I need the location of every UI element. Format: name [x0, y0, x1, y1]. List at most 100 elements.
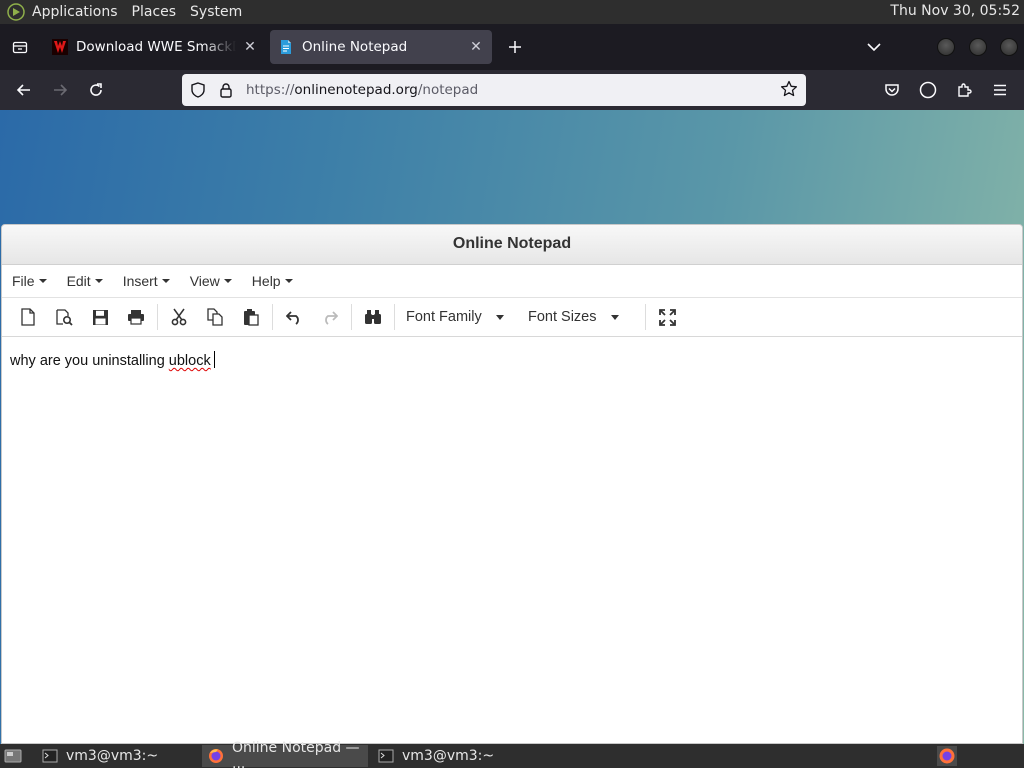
- app-menu-button[interactable]: [984, 74, 1016, 106]
- system-logo-icon[interactable]: [6, 2, 26, 22]
- font-sizes-select[interactable]: Font Sizes: [520, 302, 642, 332]
- font-family-select[interactable]: Font Family: [398, 302, 520, 332]
- firefox-icon: [208, 748, 224, 764]
- menu-label: File: [12, 273, 35, 289]
- menu-label: Edit: [66, 273, 91, 289]
- plus-icon: [509, 41, 521, 53]
- tab-label: Online Notepad: [302, 39, 408, 55]
- taskbar-item-terminal-2[interactable]: vm3@vm3:~: [372, 745, 536, 767]
- taskbar-item-terminal-1[interactable]: vm3@vm3:~: [36, 745, 200, 767]
- notepad-toolbar: Font Family Font Sizes: [2, 298, 1022, 337]
- undo-icon: [286, 311, 299, 325]
- page-background: Online Notepad File Edit Insert View Hel…: [0, 110, 1024, 744]
- bookmark-star-icon[interactable]: [780, 80, 798, 102]
- toolbar-divider: [157, 304, 158, 330]
- caret-down-icon: [161, 279, 170, 283]
- taskbar-item-online-notepad[interactable]: Online Notepad — ...: [202, 740, 368, 768]
- reload-button[interactable]: [80, 74, 112, 106]
- list-all-tabs-button[interactable]: [862, 24, 886, 70]
- print-button[interactable]: [118, 302, 154, 332]
- puzzle-icon: [958, 83, 972, 97]
- maximize-window-button[interactable]: [969, 38, 987, 56]
- editor-text: why are you uninstalling: [10, 353, 169, 369]
- scissors-icon: [171, 308, 187, 326]
- menu-label: Help: [251, 273, 281, 289]
- taskbar-label: vm3@vm3:~: [66, 748, 159, 764]
- system-menu[interactable]: System: [190, 4, 242, 20]
- fullscreen-button[interactable]: [649, 302, 685, 332]
- tray-firefox-icon[interactable]: [937, 746, 957, 766]
- lock-icon[interactable]: [212, 82, 240, 98]
- notepad-text-area[interactable]: why are you uninstalling ublock: [2, 337, 1022, 383]
- toolbar-divider: [645, 304, 646, 330]
- redo-button[interactable]: [312, 302, 348, 332]
- notepad-menubar: File Edit Insert View Help: [2, 265, 1022, 298]
- taskbar-label: vm3@vm3:~: [402, 748, 495, 764]
- toolbar-divider: [394, 304, 395, 330]
- taskbar-label: Online Notepad — ...: [232, 740, 360, 768]
- fullscreen-icon: [658, 308, 676, 326]
- menu-help[interactable]: Help: [252, 273, 293, 289]
- open-search-icon: [56, 309, 73, 326]
- caret-down-icon: [610, 314, 619, 320]
- pocket-button[interactable]: [876, 74, 908, 106]
- font-family-label: Font Family: [406, 309, 482, 325]
- clipboard-icon: [244, 309, 259, 326]
- new-document-button[interactable]: [10, 302, 46, 332]
- undo-button[interactable]: [276, 302, 312, 332]
- terminal-icon: [42, 748, 58, 764]
- toolbar-divider: [351, 304, 352, 330]
- cut-button[interactable]: [161, 302, 197, 332]
- show-desktop-icon[interactable]: [2, 746, 24, 766]
- reload-icon: [90, 83, 102, 96]
- url-host: onlinenotepad.org: [294, 82, 418, 98]
- clock[interactable]: Thu Nov 30, 05:52: [890, 3, 1020, 19]
- menu-insert[interactable]: Insert: [123, 273, 170, 289]
- caret-down-icon: [38, 279, 47, 283]
- copy-button[interactable]: [197, 302, 233, 332]
- save-floppy-icon: [92, 309, 108, 325]
- chevron-down-icon: [867, 43, 881, 52]
- terminal-icon: [378, 748, 394, 764]
- pocket-icon: [885, 84, 899, 96]
- notepad-icon: [278, 39, 294, 55]
- menu-label: Insert: [122, 273, 158, 289]
- menu-view[interactable]: View: [190, 273, 232, 289]
- account-button[interactable]: [912, 74, 944, 106]
- extensions-button[interactable]: [948, 74, 980, 106]
- arrow-left-icon: [16, 84, 30, 96]
- close-tab-icon[interactable]: ✕: [468, 39, 484, 55]
- save-button[interactable]: [82, 302, 118, 332]
- find-button[interactable]: [355, 302, 391, 332]
- shield-icon[interactable]: [184, 82, 212, 98]
- hamburger-menu-icon: [994, 84, 1006, 96]
- navigation-bar: https://onlinenotepad.org/notepad: [0, 70, 1024, 110]
- forward-button[interactable]: [44, 74, 76, 106]
- tab-online-notepad[interactable]: Online Notepad ✕: [270, 30, 492, 64]
- places-menu[interactable]: Places: [132, 4, 177, 20]
- open-document-button[interactable]: [46, 302, 82, 332]
- url-text[interactable]: https://onlinenotepad.org/notepad: [246, 82, 478, 98]
- text-cursor: [213, 351, 215, 368]
- binoculars-icon: [365, 310, 381, 324]
- caret-down-icon: [284, 279, 293, 283]
- new-tab-button[interactable]: [500, 32, 530, 62]
- caret-down-icon: [495, 314, 504, 320]
- close-tab-icon[interactable]: ✕: [242, 39, 258, 55]
- menu-edit[interactable]: Edit: [67, 273, 103, 289]
- back-button[interactable]: [8, 74, 40, 106]
- tab-list-icon: [12, 41, 28, 54]
- tab-list-button[interactable]: [0, 24, 40, 70]
- new-document-icon: [21, 308, 35, 326]
- redo-icon: [325, 311, 338, 325]
- minimize-window-button[interactable]: [937, 38, 955, 56]
- url-bar[interactable]: https://onlinenotepad.org/notepad: [182, 74, 806, 106]
- copy-icon: [207, 308, 223, 326]
- tab-wwe-smackdown[interactable]: Download WWE SmackDown ✕: [44, 30, 266, 64]
- notepad-title: Online Notepad: [2, 225, 1022, 265]
- account-circle-icon: [919, 81, 937, 99]
- applications-menu[interactable]: Applications: [32, 4, 118, 20]
- close-window-button[interactable]: [1000, 38, 1018, 56]
- menu-file[interactable]: File: [12, 273, 47, 289]
- paste-button[interactable]: [233, 302, 269, 332]
